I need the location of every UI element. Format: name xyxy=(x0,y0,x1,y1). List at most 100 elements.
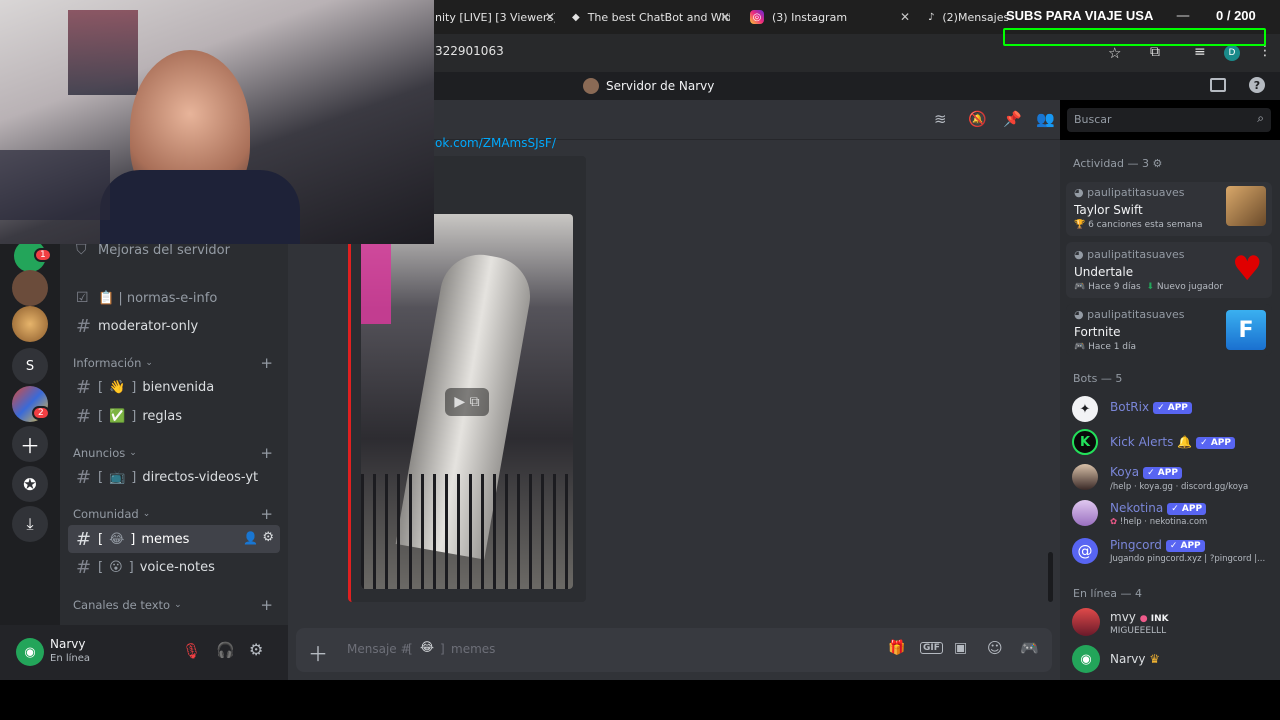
bot-name[interactable]: Kick Alerts 🔔 ✓ APP xyxy=(1110,435,1236,449)
bookmark-star-icon[interactable]: ☆ xyxy=(1108,44,1121,62)
member-name[interactable]: mvy ● INK xyxy=(1110,610,1169,624)
bed-area xyxy=(0,150,110,220)
category-label: Canales de texto xyxy=(73,598,171,612)
browser-tab[interactable]: ♪ (2)Mensajes | xyxy=(928,4,1008,30)
user-avatar[interactable]: ◉ xyxy=(16,638,44,666)
gamepad-icon: 🎮 xyxy=(1074,282,1086,292)
add-attachment-icon[interactable]: ＋ xyxy=(308,638,328,667)
close-icon[interactable]: ✕ xyxy=(720,10,730,24)
message-link[interactable]: ok.com/ZMAmsSJsF/ xyxy=(435,136,556,150)
minimize-icon[interactable]: — xyxy=(1176,8,1190,24)
bot-avatar[interactable]: @ xyxy=(1072,538,1098,564)
activity-user: ◕ paulipatitasuaves xyxy=(1074,248,1185,261)
bot-avatar[interactable]: K xyxy=(1072,429,1098,455)
add-channel-icon[interactable]: + xyxy=(260,596,273,614)
extensions-icon[interactable]: ⧉ xyxy=(1150,44,1160,60)
gift-icon[interactable]: 🎁 xyxy=(888,640,905,656)
browser-tab[interactable]: ◎ (3) Instagram ✕ xyxy=(750,4,910,30)
gear-icon[interactable]: ⚙ xyxy=(262,530,274,545)
profile-avatar[interactable]: D xyxy=(1224,45,1240,61)
add-channel-icon[interactable]: + xyxy=(260,444,273,462)
bot-name[interactable]: Pingcord ✓ APP xyxy=(1110,538,1205,552)
gamepad-icon[interactable]: 🎮 xyxy=(1020,639,1039,657)
bot-avatar[interactable]: ✦ xyxy=(1072,396,1098,422)
chat-scrollbar[interactable] xyxy=(1048,552,1053,602)
bot-avatar[interactable] xyxy=(1072,464,1098,490)
headphones-icon[interactable]: 🎧 xyxy=(216,641,235,659)
bot-name-label: Nekotina xyxy=(1110,501,1164,515)
url-text[interactable]: 322901063 xyxy=(435,44,504,58)
activity-user-name: paulipatitasuaves xyxy=(1087,248,1185,261)
guild-tag: ● INK xyxy=(1140,614,1169,624)
bot-name[interactable]: BotRix ✓ APP xyxy=(1110,400,1192,414)
server-letter[interactable]: S xyxy=(12,348,48,384)
gear-icon[interactable]: ⚙ xyxy=(249,640,263,659)
activity-card[interactable]: ◕ paulipatitasuaves Taylor Swift 🏆 6 can… xyxy=(1066,182,1272,236)
activity-avatar-icon: ◕ xyxy=(1074,186,1084,199)
close-icon[interactable]: ✕ xyxy=(545,10,555,24)
activity-detail-text: Hace 9 días xyxy=(1088,282,1141,292)
explore-icon[interactable]: ✪ xyxy=(12,466,48,502)
member-avatar[interactable]: ◉ xyxy=(1072,645,1100,673)
subs-progress-bar xyxy=(1003,28,1266,46)
channel-normas[interactable]: ☑ 📋 | normas-e-info xyxy=(68,284,280,312)
category-comunidad[interactable]: Comunidad ⌄ + xyxy=(73,505,273,523)
category-informacion[interactable]: Información ⌄ + xyxy=(73,354,273,372)
tab-label: (3) Instagram xyxy=(772,10,848,24)
bot-status: ✿ !help · nekotina.com xyxy=(1110,517,1207,527)
video-thumbnail[interactable]: ▶ ⧉ xyxy=(361,214,573,589)
sticker-icon[interactable]: ▣ xyxy=(954,640,967,656)
download-icon[interactable]: ⤓ xyxy=(12,506,48,542)
member-name[interactable]: Narvy ♛ xyxy=(1110,652,1160,666)
flower-icon: ✿ xyxy=(1110,517,1118,527)
media-queue-icon[interactable]: ≡ xyxy=(1194,44,1206,60)
bracket: ] xyxy=(130,531,136,547)
composer-prefix: Mensaje # xyxy=(347,642,411,656)
bracket: ] xyxy=(128,559,134,575)
notification-badge: 1 xyxy=(34,248,52,262)
server-avatar[interactable] xyxy=(12,306,48,342)
gif-icon[interactable]: GIF xyxy=(920,642,943,654)
message-composer[interactable]: ＋ Mensaje # [ 😂 ] memes 🎁 GIF ▣ ☺ 🎮 xyxy=(296,628,1052,672)
add-channel-icon[interactable]: + xyxy=(260,505,273,523)
chevron-down-icon: ⌄ xyxy=(145,358,153,368)
channel-directos[interactable]: # [📺] directos-videos-yt xyxy=(68,463,280,491)
activity-title: Undertale xyxy=(1074,265,1134,279)
close-icon[interactable]: ✕ xyxy=(900,10,910,24)
category-label: Comunidad xyxy=(73,507,139,521)
activity-detail: 🏆 6 canciones esta semana xyxy=(1074,220,1202,230)
add-channel-icon[interactable]: + xyxy=(260,354,273,372)
bot-name[interactable]: Koya ✓ APP xyxy=(1110,465,1182,479)
channel-label: moderator-only xyxy=(98,318,199,334)
channel-moderator-only[interactable]: # moderator-only xyxy=(68,312,280,340)
server-avatar[interactable] xyxy=(12,270,48,306)
bot-name-label: Koya xyxy=(1110,465,1140,479)
activity-card[interactable]: ◕ paulipatitasuaves Undertale 🎮 Hace 9 d… xyxy=(1066,242,1272,298)
play-icon[interactable]: ▶ ⧉ xyxy=(445,388,489,416)
channel-bienvenida[interactable]: # [👋] bienvenida xyxy=(68,373,280,401)
threads-icon[interactable]: ≋ xyxy=(934,110,947,128)
browser-tab[interactable]: nity [LIVE] [3 Viewers] ✕ xyxy=(435,4,555,30)
channel-voice-notes[interactable]: # [😮] voice-notes xyxy=(68,553,280,581)
category-canales-texto[interactable]: Canales de texto ⌄ + xyxy=(73,596,273,614)
member-avatar[interactable] xyxy=(1072,608,1100,636)
emoji-icon[interactable]: ☺ xyxy=(987,639,1003,657)
inbox-icon[interactable] xyxy=(1210,78,1226,92)
category-anuncios[interactable]: Anuncios ⌄ + xyxy=(73,444,273,462)
pin-icon[interactable]: 📌 xyxy=(1003,110,1022,128)
member-list-icon[interactable]: 👥 xyxy=(1036,110,1055,128)
streamer-shirt xyxy=(100,170,300,244)
bot-avatar[interactable] xyxy=(1072,500,1098,526)
help-icon[interactable]: ? xyxy=(1249,77,1265,93)
notifications-muted-icon[interactable]: 🔕 xyxy=(968,110,987,128)
add-server-icon[interactable]: ＋ xyxy=(12,426,48,462)
gear-icon[interactable]: ⚙ xyxy=(1153,157,1163,170)
activity-card[interactable]: ◕ paulipatitasuaves Fortnite 🎮 Hace 1 dí… xyxy=(1066,304,1272,356)
mic-muted-icon[interactable]: 🎙 xyxy=(182,642,201,660)
search-input[interactable]: Buscar ⌕ xyxy=(1067,108,1271,132)
bot-name[interactable]: Nekotina ✓ APP xyxy=(1110,501,1207,515)
invite-user-icon[interactable]: 👤 xyxy=(243,531,258,545)
browser-tab[interactable]: ◆ The best ChatBot and Wid ✕ xyxy=(572,4,730,30)
channel-reglas[interactable]: # [✅] reglas xyxy=(68,402,280,430)
channel-memes[interactable]: # [😂] memes 👤 ⚙ xyxy=(68,525,280,553)
